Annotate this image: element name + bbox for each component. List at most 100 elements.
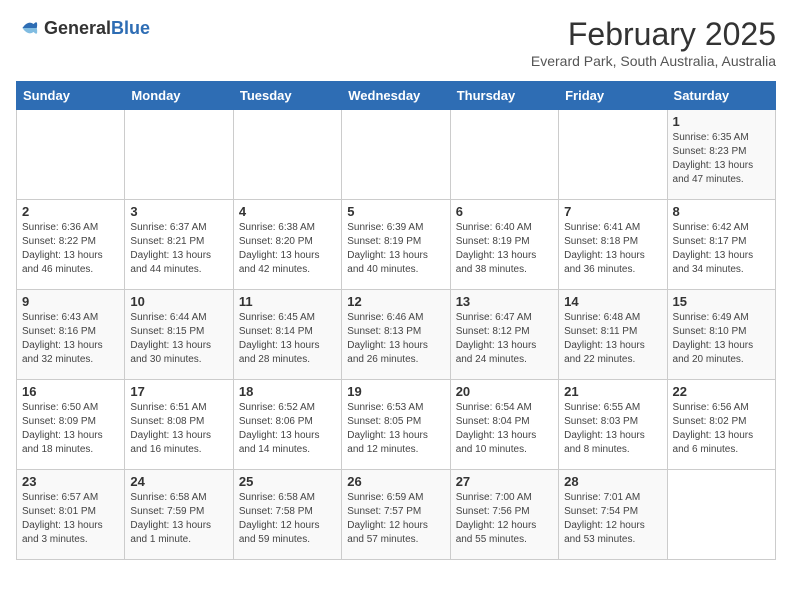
day-number: 23 (22, 474, 119, 489)
day-number: 18 (239, 384, 336, 399)
week-row-1: 1Sunrise: 6:35 AM Sunset: 8:23 PM Daylig… (17, 110, 776, 200)
day-cell: 14 Sunrise: 6:48 AM Sunset: 8:11 PM Dayli… (559, 290, 667, 380)
day-cell: 20 Sunrise: 6:54 AM Sunset: 8:04 PM Dayli… (450, 380, 558, 470)
calendar-subtitle: Everard Park, South Australia, Australia (531, 53, 776, 69)
day-cell: 24 Sunrise: 6:58 AM Sunset: 7:59 PM Dayli… (125, 470, 233, 560)
day-number: 14 (564, 294, 661, 309)
day-info: Sunrise: 6:47 AM Sunset: 8:12 PM Dayligh… (456, 311, 553, 367)
day-cell: 16Sunrise: 6:50 AM Sunset: 8:09 PM Dayli… (17, 380, 125, 470)
day-number: 10 (130, 294, 227, 309)
day-cell: 27Sunrise: 7:00 AM Sunset: 7:56 PM Dayli… (450, 470, 558, 560)
day-cell: 22 Sunrise: 6:56 AM Sunset: 8:02 PM Dayli… (667, 380, 775, 470)
day-cell (17, 110, 125, 200)
day-cell (559, 110, 667, 200)
day-number: 22 (673, 384, 770, 399)
day-info: Sunrise: 6:52 AM Sunset: 8:06 PM Dayligh… (239, 401, 336, 457)
day-info: Sunrise: 6:40 AM Sunset: 8:19 PM Dayligh… (456, 221, 553, 277)
day-number: 4 (239, 204, 336, 219)
day-number: 28 (564, 474, 661, 489)
calendar-title: February 2025 (531, 16, 776, 53)
weekday-header-friday: Friday (559, 82, 667, 110)
day-number: 9 (22, 294, 119, 309)
day-cell (342, 110, 450, 200)
day-info: Sunrise: 6:37 AM Sunset: 8:21 PM Dayligh… (130, 221, 227, 277)
day-cell: 9 Sunrise: 6:43 AM Sunset: 8:16 PM Daylig… (17, 290, 125, 380)
day-number: 11 (239, 294, 336, 309)
day-info: Sunrise: 6:53 AM Sunset: 8:05 PM Dayligh… (347, 401, 444, 457)
day-number: 21 (564, 384, 661, 399)
day-cell: 4 Sunrise: 6:38 AM Sunset: 8:20 PM Daylig… (233, 200, 341, 290)
day-cell: 12 Sunrise: 6:46 AM Sunset: 8:13 PM Dayli… (342, 290, 450, 380)
day-cell (125, 110, 233, 200)
day-info: Sunrise: 6:51 AM Sunset: 8:08 PM Dayligh… (130, 401, 227, 457)
day-cell (233, 110, 341, 200)
weekday-header-row: SundayMondayTuesdayWednesdayThursdayFrid… (17, 82, 776, 110)
day-cell: 21 Sunrise: 6:55 AM Sunset: 8:03 PM Dayli… (559, 380, 667, 470)
day-info: Sunrise: 6:59 AM Sunset: 7:57 PM Dayligh… (347, 491, 444, 547)
day-cell: 28 Sunrise: 7:01 AM Sunset: 7:54 PM Dayli… (559, 470, 667, 560)
weekday-header-thursday: Thursday (450, 82, 558, 110)
day-number: 24 (130, 474, 227, 489)
day-info: Sunrise: 6:55 AM Sunset: 8:03 PM Dayligh… (564, 401, 661, 457)
day-info: Sunrise: 6:39 AM Sunset: 8:19 PM Dayligh… (347, 221, 444, 277)
week-row-3: 9 Sunrise: 6:43 AM Sunset: 8:16 PM Daylig… (17, 290, 776, 380)
day-number: 15 (673, 294, 770, 309)
day-number: 8 (673, 204, 770, 219)
day-number: 20 (456, 384, 553, 399)
day-info: Sunrise: 6:36 AM Sunset: 8:22 PM Dayligh… (22, 221, 119, 277)
day-number: 16 (22, 384, 119, 399)
day-number: 25 (239, 474, 336, 489)
day-info: Sunrise: 6:46 AM Sunset: 8:13 PM Dayligh… (347, 311, 444, 367)
day-number: 3 (130, 204, 227, 219)
day-cell: 1Sunrise: 6:35 AM Sunset: 8:23 PM Daylig… (667, 110, 775, 200)
day-info: Sunrise: 6:42 AM Sunset: 8:17 PM Dayligh… (673, 221, 770, 277)
logo-general: General (44, 18, 111, 38)
day-number: 2 (22, 204, 119, 219)
week-row-2: 2 Sunrise: 6:36 AM Sunset: 8:22 PM Daylig… (17, 200, 776, 290)
day-info: Sunrise: 6:35 AM Sunset: 8:23 PM Dayligh… (673, 131, 770, 187)
day-cell: 13Sunrise: 6:47 AM Sunset: 8:12 PM Dayli… (450, 290, 558, 380)
day-cell: 19 Sunrise: 6:53 AM Sunset: 8:05 PM Dayli… (342, 380, 450, 470)
logo-icon (16, 16, 40, 40)
logo-blue: Blue (111, 18, 150, 38)
weekday-header-monday: Monday (125, 82, 233, 110)
day-cell: 23 Sunrise: 6:57 AM Sunset: 8:01 PM Dayli… (17, 470, 125, 560)
logo: GeneralBlue (16, 16, 150, 40)
day-number: 19 (347, 384, 444, 399)
day-cell: 18 Sunrise: 6:52 AM Sunset: 8:06 PM Dayli… (233, 380, 341, 470)
day-info: Sunrise: 7:01 AM Sunset: 7:54 PM Dayligh… (564, 491, 661, 547)
day-info: Sunrise: 6:49 AM Sunset: 8:10 PM Dayligh… (673, 311, 770, 367)
day-cell: 25 Sunrise: 6:58 AM Sunset: 7:58 PM Dayli… (233, 470, 341, 560)
day-cell: 2 Sunrise: 6:36 AM Sunset: 8:22 PM Daylig… (17, 200, 125, 290)
day-cell: 7Sunrise: 6:41 AM Sunset: 8:18 PM Daylig… (559, 200, 667, 290)
day-cell: 3 Sunrise: 6:37 AM Sunset: 8:21 PM Daylig… (125, 200, 233, 290)
day-number: 26 (347, 474, 444, 489)
day-info: Sunrise: 6:44 AM Sunset: 8:15 PM Dayligh… (130, 311, 227, 367)
day-cell: 10 Sunrise: 6:44 AM Sunset: 8:15 PM Dayli… (125, 290, 233, 380)
day-info: Sunrise: 6:58 AM Sunset: 7:59 PM Dayligh… (130, 491, 227, 547)
day-number: 6 (456, 204, 553, 219)
day-number: 7 (564, 204, 661, 219)
title-block: February 2025 Everard Park, South Austra… (531, 16, 776, 69)
day-info: Sunrise: 6:57 AM Sunset: 8:01 PM Dayligh… (22, 491, 119, 547)
day-cell: 15 Sunrise: 6:49 AM Sunset: 8:10 PM Dayli… (667, 290, 775, 380)
day-number: 17 (130, 384, 227, 399)
day-info: Sunrise: 6:38 AM Sunset: 8:20 PM Dayligh… (239, 221, 336, 277)
day-cell (450, 110, 558, 200)
weekday-header-tuesday: Tuesday (233, 82, 341, 110)
day-info: Sunrise: 6:48 AM Sunset: 8:11 PM Dayligh… (564, 311, 661, 367)
weekday-header-sunday: Sunday (17, 82, 125, 110)
day-cell: 26 Sunrise: 6:59 AM Sunset: 7:57 PM Dayli… (342, 470, 450, 560)
day-cell: 11Sunrise: 6:45 AM Sunset: 8:14 PM Dayli… (233, 290, 341, 380)
day-info: Sunrise: 6:54 AM Sunset: 8:04 PM Dayligh… (456, 401, 553, 457)
page-header: GeneralBlue February 2025 Everard Park, … (16, 16, 776, 69)
day-info: Sunrise: 6:58 AM Sunset: 7:58 PM Dayligh… (239, 491, 336, 547)
day-cell: 6 Sunrise: 6:40 AM Sunset: 8:19 PM Daylig… (450, 200, 558, 290)
day-cell: 5Sunrise: 6:39 AM Sunset: 8:19 PM Daylig… (342, 200, 450, 290)
weekday-header-wednesday: Wednesday (342, 82, 450, 110)
day-cell: 8 Sunrise: 6:42 AM Sunset: 8:17 PM Daylig… (667, 200, 775, 290)
day-info: Sunrise: 6:43 AM Sunset: 8:16 PM Dayligh… (22, 311, 119, 367)
day-number: 12 (347, 294, 444, 309)
weekday-header-saturday: Saturday (667, 82, 775, 110)
day-info: Sunrise: 6:56 AM Sunset: 8:02 PM Dayligh… (673, 401, 770, 457)
